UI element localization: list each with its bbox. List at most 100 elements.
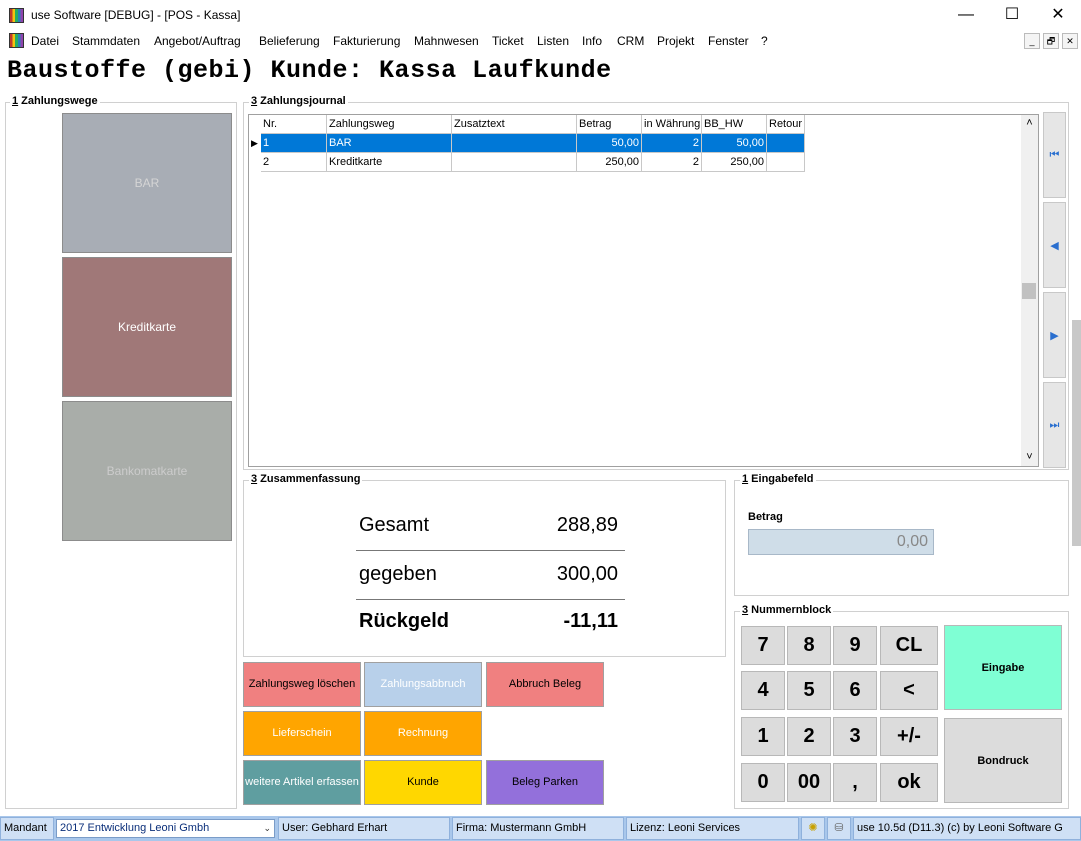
col-retour[interactable]: Retour — [767, 115, 805, 134]
menu-info[interactable]: Info — [582, 34, 602, 48]
nav-prev-button[interactable]: ◀ — [1043, 202, 1066, 288]
col-in-waehrung[interactable]: in Währung — [642, 115, 702, 134]
journal-scrollbar[interactable]: ˄ ˅ — [1021, 115, 1038, 466]
key-comma[interactable]: , — [833, 763, 877, 802]
tile-bar-label: BAR — [134, 176, 160, 190]
col-zahlungsweg[interactable]: Zahlungsweg — [327, 115, 452, 134]
nummernblock-label: 3 Nummernblock — [740, 604, 834, 616]
summary-divider-2 — [356, 599, 625, 600]
kunde-button[interactable]: Kunde — [364, 760, 482, 805]
key-7[interactable]: 7 — [741, 626, 785, 665]
menu-belieferung[interactable]: Belieferung — [259, 34, 320, 48]
table-row-1-waehrung[interactable]: 2 — [642, 134, 702, 153]
key-4[interactable]: 4 — [741, 671, 785, 710]
tile-bar[interactable]: BAR — [62, 113, 232, 253]
minimize-button[interactable]: — — [943, 0, 989, 31]
key-1[interactable]: 1 — [741, 717, 785, 756]
key-5[interactable]: 5 — [787, 671, 831, 710]
table-row-1-bb-hw[interactable]: 50,00 — [702, 134, 767, 153]
key-ok[interactable]: ok — [880, 763, 938, 802]
document-menu-icon[interactable] — [9, 33, 24, 48]
zusammenfassung-label: 3 Zusammenfassung — [249, 473, 363, 485]
menu-listen[interactable]: Listen — [537, 34, 569, 48]
nav-first-button[interactable]: ⏮ — [1043, 112, 1066, 198]
bondruck-button[interactable]: Bondruck — [944, 718, 1062, 803]
mdi-restore-button[interactable]: 🗗 — [1043, 33, 1059, 49]
table-row-1-retour[interactable] — [767, 134, 805, 153]
col-bb-hw[interactable]: BB_HW — [702, 115, 767, 134]
app-icon — [9, 8, 24, 23]
menu-fakturierung[interactable]: Fakturierung — [333, 34, 400, 48]
menu-mahnwesen[interactable]: Mahnwesen — [414, 34, 479, 48]
key-8[interactable]: 8 — [787, 626, 831, 665]
key-plus-minus[interactable]: +/- — [880, 717, 938, 756]
close-button[interactable]: ✕ — [1035, 0, 1081, 31]
menu-bar: Datei Stammdaten Angebot/Auftrag Beliefe… — [0, 31, 1081, 51]
lieferschein-button[interactable]: Lieferschein — [243, 711, 361, 756]
menu-projekt[interactable]: Projekt — [657, 34, 694, 48]
gegeben-label: gegeben — [359, 563, 437, 585]
table-row-2-waehrung[interactable]: 2 — [642, 153, 702, 172]
eingabe-button[interactable]: Eingabe — [944, 625, 1062, 710]
gegeben-value: 300,00 — [556, 563, 618, 585]
key-00[interactable]: 00 — [787, 763, 831, 802]
window-scrollbar[interactable] — [1072, 320, 1081, 546]
nav-last-button[interactable]: ⏭ — [1043, 382, 1066, 468]
nav-next-button[interactable]: ▶ — [1043, 292, 1066, 378]
status-user: User: Gebhard Erhart — [278, 817, 450, 840]
window-title: use Software [DEBUG] - [POS - Kassa] — [31, 8, 241, 22]
betrag-input[interactable]: 0,00 — [748, 529, 934, 555]
mdi-close-button[interactable]: ✕ — [1062, 33, 1078, 49]
table-row-2-zusatztext[interactable] — [452, 153, 577, 172]
table-row-2-zahlungsweg[interactable]: Kreditkarte — [327, 153, 452, 172]
table-row-2-nr[interactable]: 2 — [261, 153, 327, 172]
rechnung-button[interactable]: Rechnung — [364, 711, 482, 756]
table-row-1-betrag[interactable]: 50,00 — [577, 134, 642, 153]
scroll-up-icon[interactable]: ˄ — [1021, 115, 1038, 132]
mandant-label: Mandant — [0, 817, 54, 840]
beleg-parken-button[interactable]: Beleg Parken — [486, 760, 604, 805]
lightbulb-icon[interactable]: ✺ — [801, 817, 825, 840]
scroll-thumb[interactable] — [1022, 283, 1036, 299]
maximize-button[interactable]: ☐ — [989, 0, 1035, 31]
gesamt-label: Gesamt — [359, 514, 430, 536]
table-row-1-zahlungsweg[interactable]: BAR — [327, 134, 452, 153]
menu-stammdaten[interactable]: Stammdaten — [72, 34, 140, 48]
tile-bankomatkarte[interactable]: Bankomatkarte — [62, 401, 232, 541]
menu-fenster[interactable]: Fenster — [708, 34, 749, 48]
status-version: use 10.5d (D11.3) (c) by Leoni Software … — [853, 817, 1081, 840]
table-row-1-nr[interactable]: 1 — [261, 134, 327, 153]
zahlungsabbruch-button[interactable]: Zahlungsabbruch — [364, 662, 482, 707]
menu-angebot-auftrag[interactable]: Angebot/Auftrag — [154, 34, 241, 48]
table-row-2-retour[interactable] — [767, 153, 805, 172]
status-firma: Firma: Mustermann GmbH — [452, 817, 624, 840]
scroll-down-icon[interactable]: ˅ — [1021, 449, 1038, 466]
key-clear[interactable]: CL — [880, 626, 938, 665]
col-zusatztext[interactable]: Zusatztext — [452, 115, 577, 134]
table-row-1-zusatztext[interactable] — [452, 134, 577, 153]
col-betrag[interactable]: Betrag — [577, 115, 642, 134]
menu-ticket[interactable]: Ticket — [492, 34, 524, 48]
weitere-artikel-button[interactable]: weitere Artikel erfassen — [243, 760, 361, 805]
abbruch-beleg-button[interactable]: Abbruch Beleg — [486, 662, 604, 707]
key-backspace[interactable]: < — [880, 671, 938, 710]
menu-datei[interactable]: Datei — [31, 34, 59, 48]
mdi-minimize-button[interactable]: _ — [1024, 33, 1040, 49]
key-9[interactable]: 9 — [833, 626, 877, 665]
key-3[interactable]: 3 — [833, 717, 877, 756]
mandant-select[interactable]: 2017 Entwicklung Leoni Gmbh ⌄ — [56, 819, 275, 838]
key-0[interactable]: 0 — [741, 763, 785, 802]
status-bar: Mandant 2017 Entwicklung Leoni Gmbh ⌄ Us… — [0, 816, 1081, 841]
col-nr[interactable]: Nr. — [261, 115, 327, 134]
key-2[interactable]: 2 — [787, 717, 831, 756]
coins-icon[interactable]: ⛁ — [827, 817, 851, 840]
zahlungsweg-loeschen-button[interactable]: Zahlungsweg löschen — [243, 662, 361, 707]
key-6[interactable]: 6 — [833, 671, 877, 710]
table-row-2-bb-hw[interactable]: 250,00 — [702, 153, 767, 172]
table-row-2-betrag[interactable]: 250,00 — [577, 153, 642, 172]
tile-kreditkarte[interactable]: Kreditkarte — [62, 257, 232, 397]
menu-crm[interactable]: CRM — [617, 34, 644, 48]
tile-kreditkarte-label: Kreditkarte — [117, 320, 177, 334]
rueckgeld-label: Rückgeld — [359, 610, 450, 632]
menu-help[interactable]: ? — [761, 34, 768, 48]
